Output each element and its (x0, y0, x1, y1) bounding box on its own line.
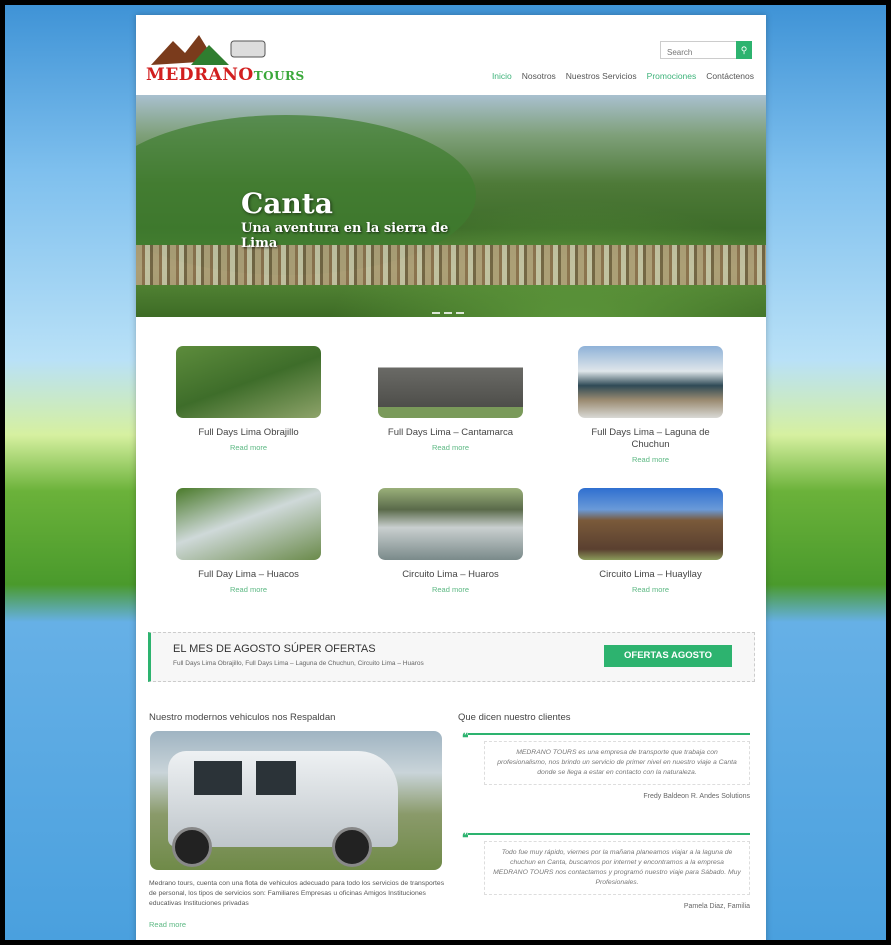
tour-card: Circuito Lima – Huaros Read more (378, 488, 523, 594)
nav-inicio[interactable]: Inicio (492, 71, 512, 81)
search-box: ⚲ (660, 41, 752, 60)
van-wheel (172, 827, 212, 867)
read-more-link[interactable]: Read more (378, 585, 523, 594)
quote-icon: ❝ (462, 731, 469, 745)
nav-contactenos[interactable]: Contáctenos (706, 71, 754, 81)
slider-dot[interactable] (432, 312, 440, 314)
tour-image[interactable] (176, 346, 321, 418)
hero-subtitle: Una aventura en la sierra de Lima (241, 221, 449, 251)
site-logo[interactable]: MEDRANOTOURS (146, 31, 304, 89)
read-more-link[interactable]: Read more (176, 443, 321, 452)
van-window (256, 761, 296, 795)
search-icon[interactable]: ⚲ (736, 41, 752, 59)
vehicles-read-more[interactable]: Read more (149, 920, 186, 929)
read-more-link[interactable]: Read more (378, 443, 523, 452)
testimonial: ❝ Todo fue muy rápido, viernes por la ma… (462, 831, 750, 910)
logo-wordmark: MEDRANOTOURS (146, 65, 305, 85)
tour-card: Full Days Lima – Laguna de Chuchun Read … (578, 346, 723, 464)
search-input[interactable] (661, 45, 735, 60)
tour-image[interactable] (378, 488, 523, 560)
promo-subtext: Full Days Lima Obrajillo, Full Days Lima… (173, 660, 424, 667)
tour-card: Circuito Lima – Huayllay Read more (578, 488, 723, 594)
slider-dot[interactable] (456, 312, 464, 314)
desktop-background: MEDRANOTOURS ⚲ Inicio Nosotros Nuestros … (5, 5, 886, 940)
promo-heading: EL MES DE AGOSTO SÚPER OFERTAS (173, 643, 376, 655)
hero-town (136, 245, 766, 285)
tour-image[interactable] (176, 488, 321, 560)
tour-title[interactable]: Full Days Lima – Laguna de Chuchun (578, 427, 723, 451)
testimonial-author: Pamela Diaz, Familia (683, 903, 750, 910)
website-page: MEDRANOTOURS ⚲ Inicio Nosotros Nuestros … (136, 15, 766, 940)
nav-nosotros[interactable]: Nosotros (522, 71, 556, 81)
tour-title[interactable]: Circuito Lima – Huaros (378, 569, 523, 581)
hero-slider: Canta Una aventura en la sierra de Lima (136, 95, 766, 317)
promo-banner: EL MES DE AGOSTO SÚPER OFERTAS Full Days… (148, 632, 755, 682)
quote-icon: ❝ (462, 831, 469, 845)
read-more-link[interactable]: Read more (578, 585, 723, 594)
slider-dot[interactable] (444, 312, 452, 314)
ofertas-button[interactable]: OFERTAS AGOSTO (604, 645, 732, 667)
tour-image[interactable] (578, 346, 723, 418)
tour-card: Full Days Lima – Cantamarca Read more (378, 346, 523, 452)
slider-dots (432, 312, 464, 314)
van-window (194, 761, 242, 795)
vehicles-description: Medrano tours, cuenta con una flota de v… (149, 880, 445, 907)
testimonial-author: Fredy Baldeon R. Andes Solutions (643, 793, 750, 800)
van-wheel (332, 827, 372, 867)
vehicles-title: Nuestro modernos vehiculos nos Respaldan (149, 712, 336, 723)
testimonial-text: Todo fue muy rápido, viernes por la maña… (484, 841, 750, 895)
tour-card: Full Day Lima – Huacos Read more (176, 488, 321, 594)
read-more-link[interactable]: Read more (176, 585, 321, 594)
van-image[interactable] (150, 731, 442, 870)
tour-title[interactable]: Circuito Lima – Huayllay (578, 569, 723, 581)
read-more-link[interactable]: Read more (578, 455, 723, 464)
testimonials-title: Que dicen nuestro clientes (458, 712, 571, 723)
tour-image[interactable] (378, 346, 523, 418)
tour-title[interactable]: Full Days Lima – Cantamarca (378, 427, 523, 439)
testimonial: ❝ MEDRANO TOURS es una empresa de transp… (462, 731, 750, 800)
tour-card: Full Days Lima Obrajillo Read more (176, 346, 321, 452)
testimonial-text: MEDRANO TOURS es una empresa de transpor… (484, 741, 750, 785)
tour-image[interactable] (578, 488, 723, 560)
nav-promociones[interactable]: Promociones (647, 71, 697, 81)
hero-title: Canta (241, 187, 333, 220)
main-nav: Inicio Nosotros Nuestros Servicios Promo… (492, 71, 754, 81)
tour-title[interactable]: Full Days Lima Obrajillo (176, 427, 321, 439)
tour-title[interactable]: Full Day Lima – Huacos (176, 569, 321, 581)
nav-servicios[interactable]: Nuestros Servicios (566, 71, 637, 81)
